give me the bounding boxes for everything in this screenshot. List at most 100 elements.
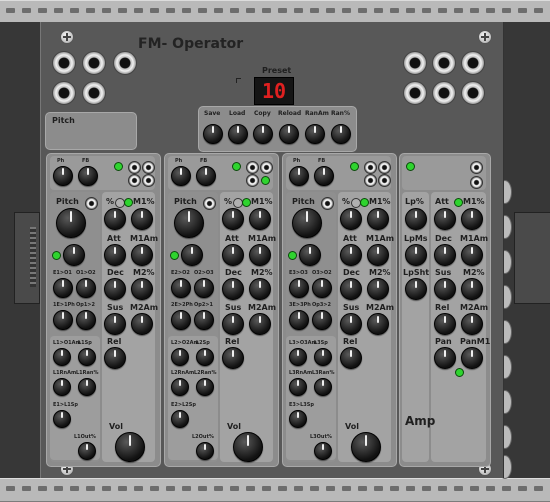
op1-lfo-knob[interactable]	[53, 378, 71, 396]
op3-dec-knob[interactable]	[340, 278, 362, 300]
amp-dec-knob[interactable]	[434, 244, 456, 266]
op1-route-knob[interactable]	[76, 278, 96, 298]
amp-m1pct-knob[interactable]	[461, 208, 483, 230]
amp-lp-ms-knob[interactable]	[405, 244, 427, 266]
amp-jack[interactable]	[470, 161, 483, 174]
op2-lfo-knob[interactable]	[196, 378, 214, 396]
op3-ph-knob[interactable]	[289, 166, 309, 186]
ranam-button[interactable]	[305, 124, 325, 144]
op1-lfo-knob[interactable]	[53, 348, 71, 366]
op1-pct-knob[interactable]	[104, 208, 126, 230]
op1-m1am-knob[interactable]	[131, 244, 153, 266]
op3-rel-knob[interactable]	[340, 347, 362, 369]
op1-jack[interactable]	[128, 161, 141, 174]
op3-m1am-knob[interactable]	[367, 244, 389, 266]
op2-lfo-knob[interactable]	[196, 348, 214, 366]
op1-route-knob[interactable]	[76, 310, 96, 330]
op2-route-knob[interactable]	[171, 278, 191, 298]
op3-lfo-knob[interactable]	[289, 410, 307, 428]
op3-fine-knob[interactable]	[299, 244, 321, 266]
op2-sus-knob[interactable]	[222, 313, 244, 335]
op1-att-knob[interactable]	[104, 244, 126, 266]
amp-m2am-knob[interactable]	[461, 313, 483, 335]
op2-ph-knob[interactable]	[171, 166, 191, 186]
op1-sus-knob[interactable]	[104, 313, 126, 335]
op2-m2pct-knob[interactable]	[249, 278, 271, 300]
op1-rel-knob[interactable]	[104, 347, 126, 369]
op2-vol-knob[interactable]	[233, 432, 263, 462]
save-button[interactable]	[203, 124, 223, 144]
op2-jack[interactable]	[260, 161, 273, 174]
op1-lfo-knob[interactable]	[78, 442, 96, 460]
op3-pitch-knob[interactable]	[292, 208, 322, 238]
op2-m1am-knob[interactable]	[249, 244, 271, 266]
op3-m1pct-knob[interactable]	[367, 208, 389, 230]
op2-jack[interactable]	[246, 161, 259, 174]
op1-fine-knob[interactable]	[63, 244, 85, 266]
op3-jack[interactable]	[364, 174, 377, 187]
amp-pan-knob[interactable]	[434, 347, 456, 369]
op3-route-knob[interactable]	[289, 310, 309, 330]
op1-lfo-knob[interactable]	[78, 348, 96, 366]
op2-att-knob[interactable]	[222, 244, 244, 266]
op2-lfo-knob[interactable]	[171, 378, 189, 396]
op3-route-knob[interactable]	[289, 278, 309, 298]
op1-m1pct-knob[interactable]	[131, 208, 153, 230]
op2-pitch-knob[interactable]	[174, 208, 204, 238]
op1-m2am-knob[interactable]	[131, 313, 153, 335]
reload-button[interactable]	[279, 124, 299, 144]
op3-pitch-jack[interactable]	[321, 197, 334, 210]
op2-route-knob[interactable]	[194, 278, 214, 298]
amp-lp-sht-knob[interactable]	[405, 278, 427, 300]
input-jack[interactable]	[82, 51, 106, 75]
output-jack[interactable]	[461, 51, 485, 75]
op2-fb-knob[interactable]	[196, 166, 216, 186]
op3-lfo-knob[interactable]	[314, 348, 332, 366]
op3-att-knob[interactable]	[340, 244, 362, 266]
op3-jack[interactable]	[364, 161, 377, 174]
output-jack[interactable]	[432, 81, 456, 105]
op2-lfo-knob[interactable]	[171, 410, 189, 428]
op3-route-knob[interactable]	[312, 310, 332, 330]
op2-route-knob[interactable]	[171, 310, 191, 330]
op3-fb-knob[interactable]	[314, 166, 334, 186]
input-jack[interactable]	[82, 81, 106, 105]
op2-fine-knob[interactable]	[181, 244, 203, 266]
amp-sus-knob[interactable]	[434, 278, 456, 300]
op2-jack[interactable]	[246, 174, 259, 187]
op1-jack[interactable]	[142, 174, 155, 187]
output-jack[interactable]	[403, 81, 427, 105]
op3-m2am-knob[interactable]	[367, 313, 389, 335]
op3-pct-knob[interactable]	[340, 208, 362, 230]
op2-route-knob[interactable]	[194, 310, 214, 330]
amp-jack[interactable]	[470, 176, 483, 189]
op1-m2pct-knob[interactable]	[131, 278, 153, 300]
op3-jack[interactable]	[378, 174, 391, 187]
ranpct-button[interactable]	[331, 124, 351, 144]
op1-pitch-knob[interactable]	[56, 208, 86, 238]
op1-route-knob[interactable]	[53, 278, 73, 298]
op1-dec-knob[interactable]	[104, 278, 126, 300]
amp-m2pct-knob[interactable]	[461, 278, 483, 300]
op3-jack[interactable]	[378, 161, 391, 174]
op1-vol-knob[interactable]	[115, 432, 145, 462]
amp-rel-knob[interactable]	[434, 313, 456, 335]
op3-lfo-knob[interactable]	[289, 348, 307, 366]
op1-jack[interactable]	[128, 174, 141, 187]
amp-pan-m1-knob[interactable]	[461, 347, 483, 369]
op3-m2pct-knob[interactable]	[367, 278, 389, 300]
amp-att-knob[interactable]	[434, 208, 456, 230]
output-jack[interactable]	[432, 51, 456, 75]
amp-m1am-knob[interactable]	[461, 244, 483, 266]
op3-lfo-knob[interactable]	[289, 378, 307, 396]
op1-ph-knob[interactable]	[53, 166, 73, 186]
op3-route-knob[interactable]	[312, 278, 332, 298]
op3-sus-knob[interactable]	[340, 313, 362, 335]
input-jack[interactable]	[52, 81, 76, 105]
op1-pitch-jack[interactable]	[85, 197, 98, 210]
output-jack[interactable]	[461, 81, 485, 105]
op1-lfo-knob[interactable]	[53, 410, 71, 428]
input-jack[interactable]	[113, 51, 137, 75]
op1-lfo-knob[interactable]	[78, 378, 96, 396]
load-button[interactable]	[228, 124, 248, 144]
